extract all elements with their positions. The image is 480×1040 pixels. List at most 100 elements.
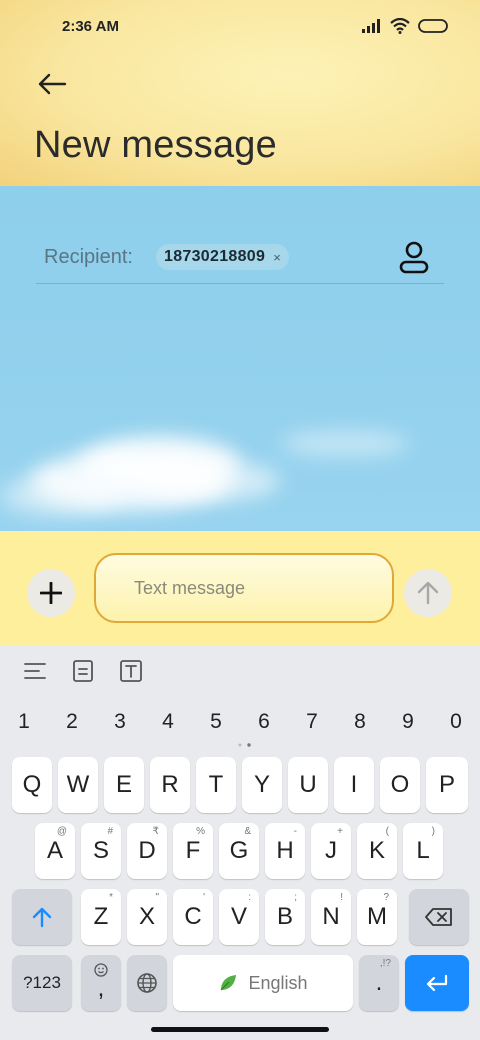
key-i[interactable]: I (334, 757, 374, 813)
num-key-1[interactable]: 1 (9, 710, 39, 734)
send-button[interactable] (404, 569, 452, 617)
shift-arrow-icon (32, 907, 52, 928)
key-v-hint: : (248, 892, 251, 903)
key-h[interactable]: - H (265, 823, 305, 879)
emoji-icon (94, 963, 108, 977)
backspace-key[interactable] (409, 889, 469, 945)
key-l[interactable]: ) L (403, 823, 443, 879)
key-k[interactable]: ( K (357, 823, 397, 879)
num-key-4[interactable]: 4 (153, 710, 183, 734)
num-key-8[interactable]: 8 (345, 710, 375, 734)
key-s-hint: # (107, 826, 113, 837)
cloud-decoration (150, 461, 280, 501)
key-b-label: B (276, 903, 293, 930)
key-x[interactable]: " X (127, 889, 167, 945)
key-g-label: G (229, 837, 249, 864)
message-area: Recipient: 18730218809 × (0, 186, 480, 531)
key-o[interactable]: O (380, 757, 420, 813)
message-input[interactable] (94, 553, 394, 623)
leaf-icon (221, 975, 237, 991)
home-indicator[interactable] (151, 1027, 329, 1032)
chip-close-icon[interactable]: × (273, 250, 281, 265)
wifi-icon (390, 18, 410, 34)
key-l-hint: ) (431, 826, 435, 837)
text-align-tool[interactable] (23, 659, 47, 683)
key-b[interactable]: ; B (265, 889, 305, 945)
back-arrow-icon (38, 73, 67, 95)
recipient-row: Recipient: 18730218809 × (36, 236, 444, 284)
clipboard-icon (73, 660, 93, 682)
key-v[interactable]: : V (219, 889, 259, 945)
cloud-decoration (280, 431, 410, 456)
key-k-hint: ( (385, 826, 389, 837)
key-n-label: N (322, 903, 340, 930)
key-k-label: K (368, 837, 385, 864)
key-u[interactable]: U (288, 757, 328, 813)
key-x-hint: " (155, 892, 159, 903)
num-key-7[interactable]: 7 (297, 710, 327, 734)
period-key[interactable]: ,!? . (359, 955, 399, 1011)
key-v-label: V (230, 903, 247, 930)
key-e[interactable]: E (104, 757, 144, 813)
key-a-label: A (46, 837, 63, 864)
num-key-0[interactable]: 0 (441, 710, 471, 734)
key-n[interactable]: ! N (311, 889, 351, 945)
key-m-hint: ? (383, 892, 389, 903)
key-c[interactable]: ' C (173, 889, 213, 945)
clipboard-tool[interactable] (71, 659, 95, 683)
contact-picker-button[interactable] (398, 240, 430, 274)
symbols-key[interactable]: ?123 (12, 955, 72, 1011)
enter-icon (426, 974, 448, 992)
back-button[interactable] (32, 64, 72, 104)
key-s[interactable]: # S (81, 823, 121, 879)
num-key-6[interactable]: 6 (249, 710, 279, 734)
key-f-label: F (185, 837, 201, 864)
key-y[interactable]: Y (242, 757, 282, 813)
key-d[interactable]: ₹ D (127, 823, 167, 879)
compose-bar (0, 531, 480, 645)
header: 2:36 AM New message (0, 0, 480, 186)
key-s-label: S (92, 837, 109, 864)
recipient-chip-number: 18730218809 (164, 248, 266, 265)
key-z[interactable]: * Z (81, 889, 121, 945)
key-d-hint: ₹ (152, 826, 159, 837)
key-q[interactable]: Q (12, 757, 52, 813)
emoji-comma-key[interactable]: , (81, 955, 121, 1011)
key-b-hint: ; (294, 892, 297, 903)
status-time: 2:36 AM (62, 18, 119, 35)
key-r[interactable]: R (150, 757, 190, 813)
key-p[interactable]: P (426, 757, 468, 813)
num-key-2[interactable]: 2 (57, 710, 87, 734)
number-row: 1 2 3 4 5 6 7 8 9 0 (0, 702, 480, 742)
key-f-hint: % (196, 826, 205, 837)
key-t[interactable]: T (196, 757, 236, 813)
key-n-hint: ! (340, 892, 343, 903)
key-m[interactable]: ? M (357, 889, 397, 945)
num-key-5[interactable]: 5 (201, 710, 231, 734)
key-f[interactable]: % F (173, 823, 213, 879)
key-d-label: D (138, 837, 156, 864)
key-w[interactable]: W (58, 757, 98, 813)
key-a[interactable]: @ A (35, 823, 75, 879)
key-g[interactable]: & G (219, 823, 259, 879)
recipient-chip[interactable]: 18730218809 × (156, 244, 289, 270)
globe-icon (137, 973, 157, 993)
shift-key[interactable] (12, 889, 72, 945)
page-title: New message (34, 124, 277, 166)
enter-key[interactable] (405, 955, 469, 1011)
num-key-3[interactable]: 3 (105, 710, 135, 734)
key-j[interactable]: + J (311, 823, 351, 879)
status-bar: 2:36 AM (0, 0, 480, 56)
num-key-9[interactable]: 9 (393, 710, 423, 734)
space-key[interactable]: English (173, 955, 353, 1011)
key-c-label: C (184, 903, 202, 930)
text-format-icon (120, 660, 142, 682)
period-hint: ,!? (379, 958, 391, 969)
key-x-label: X (138, 903, 155, 930)
page-indicator-dots (238, 743, 251, 747)
key-a-hint: @ (56, 826, 67, 837)
add-attachment-button[interactable] (27, 569, 75, 617)
period-label: . (375, 969, 383, 996)
text-format-tool[interactable] (119, 659, 143, 683)
language-key[interactable] (127, 955, 167, 1011)
